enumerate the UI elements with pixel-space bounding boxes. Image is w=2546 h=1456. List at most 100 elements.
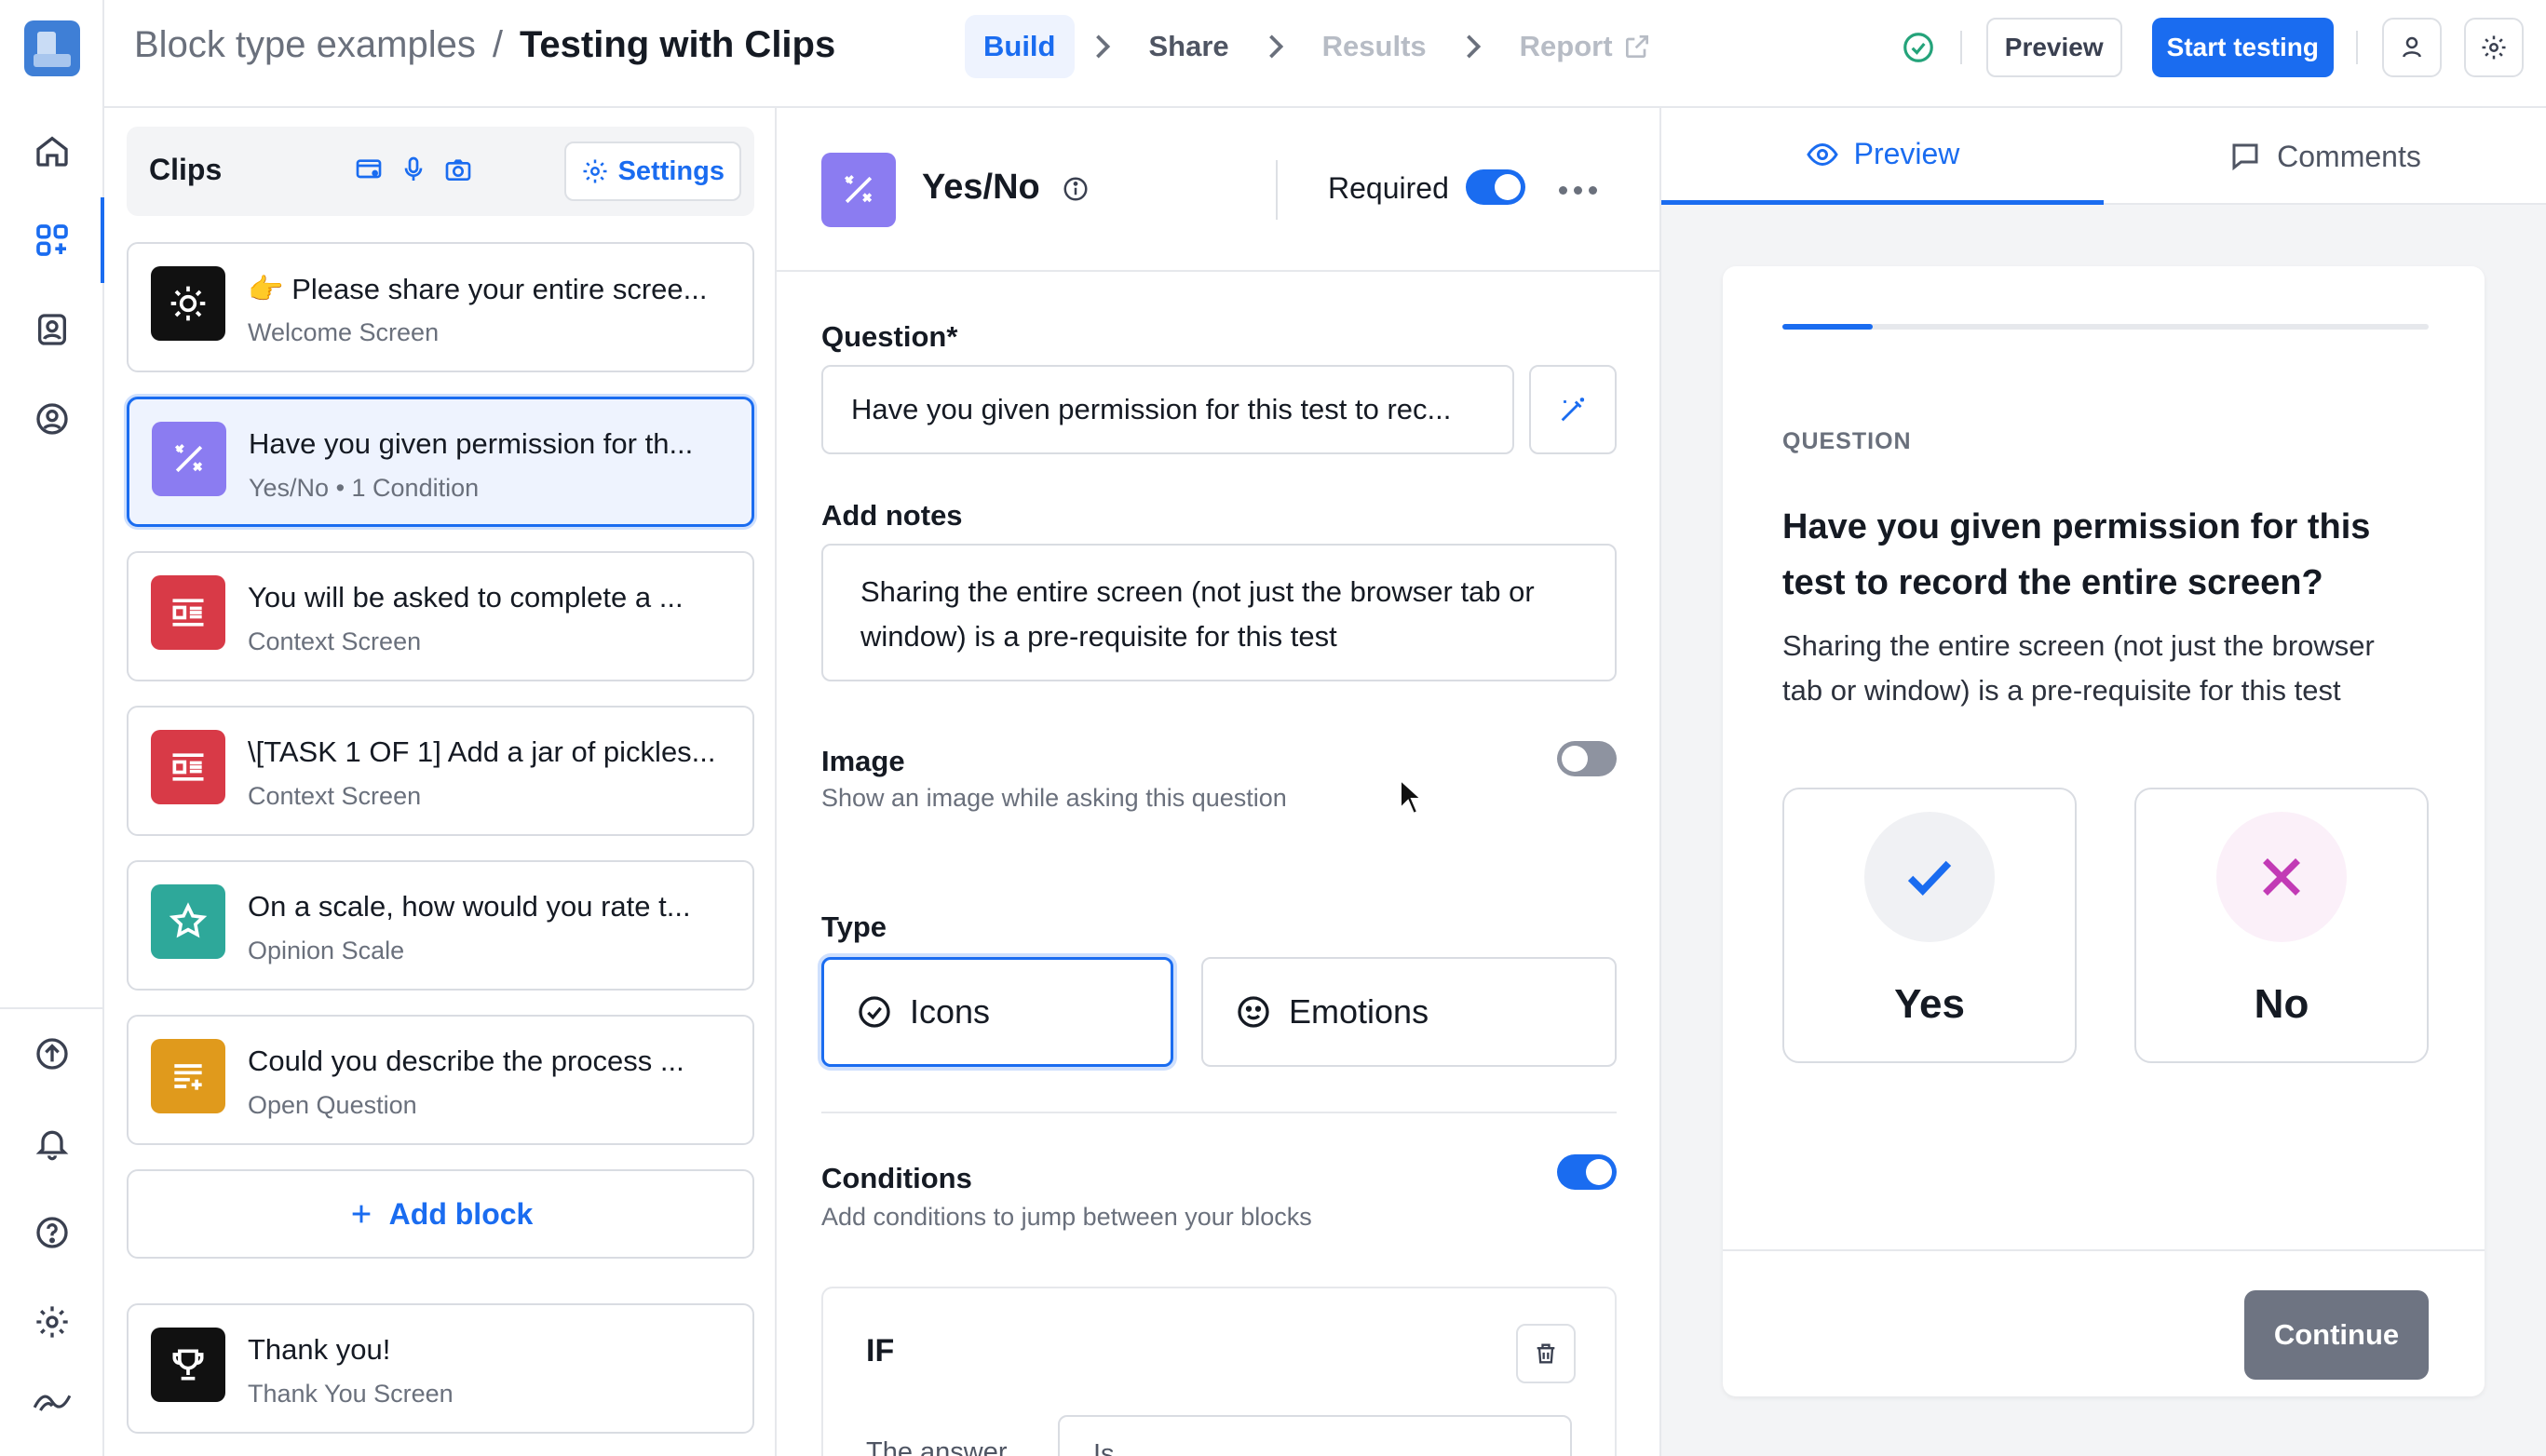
image-hint: Show an image while asking this question	[821, 784, 1287, 812]
block-item-type: Context Screen	[248, 627, 422, 655]
block-item-type: Welcome Screen	[248, 318, 440, 346]
clips-tools	[354, 155, 473, 189]
microphone-icon[interactable]	[399, 155, 428, 189]
answer-no-button[interactable]: No	[2134, 788, 2429, 1063]
brand-wave-icon	[32, 1380, 73, 1421]
block-item-title: 👉 Please share your entire scree...	[248, 273, 708, 305]
type-option-emotions[interactable]: Emotions	[1201, 957, 1617, 1067]
tab-comments-label: Comments	[2277, 139, 2421, 173]
answer-yes-label: Yes	[1894, 981, 1965, 1027]
tab-comments[interactable]: Comments	[2104, 108, 2546, 205]
settings-icon[interactable]	[32, 1301, 73, 1342]
share-user-button[interactable]	[2382, 18, 2442, 77]
magic-wand-icon	[1561, 398, 1585, 422]
bell-icon[interactable]	[32, 1123, 73, 1164]
condition-select[interactable]: Is...	[1058, 1415, 1572, 1456]
step-share[interactable]: Share	[1131, 15, 1248, 78]
preview-button[interactable]: Preview	[1985, 18, 2122, 77]
saved-check-icon	[1901, 30, 1936, 65]
star-icon	[151, 884, 225, 959]
delete-condition-button[interactable]	[1516, 1324, 1576, 1383]
app-root: Block type examples / Testing with Clips…	[0, 0, 2546, 1456]
help-icon[interactable]	[32, 1212, 73, 1253]
question-input[interactable]: Have you given permission for this test …	[821, 365, 1514, 454]
conditions-toggle[interactable]	[1557, 1154, 1617, 1190]
block-item-type: Yes/No • 1 Condition	[249, 474, 480, 502]
block-item-thank-you[interactable]: Thank you! Thank You Screen	[127, 1303, 754, 1434]
step-build[interactable]: Build	[965, 15, 1075, 78]
step-report-label: Report	[1519, 30, 1613, 62]
more-options-icon[interactable]	[1559, 186, 1597, 195]
check-circle-icon	[859, 996, 890, 1028]
sun-icon	[151, 266, 225, 341]
tab-preview[interactable]: Preview	[1661, 108, 2104, 205]
contacts-icon[interactable]	[32, 309, 73, 350]
add-block-label: Add block	[388, 1196, 534, 1231]
header-divider	[2356, 31, 2358, 64]
tab-preview-label: Preview	[1853, 137, 1960, 170]
block-item-title: Could you describe the process ...	[248, 1045, 684, 1077]
block-item-type: Opinion Scale	[248, 937, 405, 964]
context-icon	[151, 575, 225, 650]
block-editor: Yes/No Required Question* Have you given…	[777, 108, 1661, 1456]
test-settings-button[interactable]	[2464, 18, 2524, 77]
preview-question-title: Have you given permission for this test …	[1782, 507, 2371, 602]
continue-button[interactable]: Continue	[2244, 1290, 2429, 1380]
block-item-context-2[interactable]: \[TASK 1 OF 1] Add a jar of pickles... C…	[127, 706, 754, 836]
breadcrumb: Block type examples / Testing with Clips	[134, 24, 835, 66]
text-icon	[151, 1039, 225, 1113]
block-item-welcome[interactable]: 👉 Please share your entire scree... Welc…	[127, 242, 754, 372]
required-toggle[interactable]	[1466, 169, 1525, 205]
header-actions: Preview Start testing	[1901, 17, 2524, 78]
gear-icon	[583, 159, 607, 183]
info-icon[interactable]	[1062, 175, 1090, 208]
user-icon	[2403, 36, 2421, 58]
screen-record-icon[interactable]	[354, 155, 384, 189]
trophy-icon	[151, 1328, 225, 1402]
nav-rail	[0, 0, 104, 1456]
camera-icon[interactable]	[443, 155, 473, 189]
start-testing-button[interactable]: Start testing	[2151, 18, 2334, 77]
question-label: Question*	[821, 320, 958, 353]
type-option-icons[interactable]: Icons	[821, 957, 1173, 1067]
condition-card: IF The answer Is...	[821, 1287, 1617, 1456]
external-link-icon	[1622, 32, 1652, 61]
preview-card: QUESTION Have you given permission for t…	[1723, 266, 2485, 1396]
answer-yes-button[interactable]: Yes	[1782, 788, 2077, 1063]
notes-label: Add notes	[821, 499, 963, 532]
ai-rewrite-button[interactable]	[1529, 365, 1617, 454]
block-item-open-question[interactable]: Could you describe the process ... Open …	[127, 1015, 754, 1145]
clips-settings-button[interactable]: Settings	[563, 142, 741, 201]
percent-icon	[821, 153, 896, 227]
home-icon[interactable]	[32, 130, 73, 171]
block-item-yes-no[interactable]: Have you given permission for th... Yes/…	[127, 397, 754, 527]
page-title[interactable]: Testing with Clips	[520, 24, 835, 66]
clips-title: Clips	[149, 153, 223, 186]
step-report[interactable]: Report	[1501, 15, 1671, 78]
breadcrumb-parent[interactable]: Block type examples	[134, 24, 476, 66]
panel-icon[interactable]	[32, 398, 73, 439]
section-divider	[821, 1112, 1617, 1113]
block-type-name: Yes/No	[922, 168, 1040, 207]
block-item-opinion-scale[interactable]: On a scale, how would you rate t... Opin…	[127, 860, 754, 991]
notes-textarea[interactable]: Sharing the entire screen (not just the …	[821, 544, 1617, 681]
clips-panel: Clips Settings 👉 Please share your entir…	[104, 108, 777, 1456]
progress-fill	[1782, 324, 1874, 330]
card-footer-divider	[1723, 1249, 2485, 1251]
app-logo[interactable]	[24, 20, 80, 76]
plus-icon	[352, 1205, 370, 1223]
settings-label: Settings	[617, 155, 725, 186]
conditions-hint: Add conditions to jump between your bloc…	[821, 1203, 1312, 1231]
conditions-label: Conditions	[821, 1162, 972, 1194]
condition-if-label: IF	[866, 1333, 895, 1368]
add-block-button[interactable]: Add block	[127, 1169, 754, 1259]
image-toggle[interactable]	[1557, 741, 1617, 776]
trash-icon	[1537, 1343, 1555, 1364]
block-item-context-1[interactable]: You will be asked to complete a ... Cont…	[127, 551, 754, 681]
step-results[interactable]: Results	[1304, 15, 1445, 78]
block-item-type: Open Question	[248, 1091, 417, 1119]
projects-icon[interactable]	[32, 220, 73, 261]
top-bar: Block type examples / Testing with Clips…	[104, 0, 2546, 108]
upgrade-icon[interactable]	[32, 1033, 73, 1074]
answer-no-label: No	[2254, 981, 2309, 1027]
